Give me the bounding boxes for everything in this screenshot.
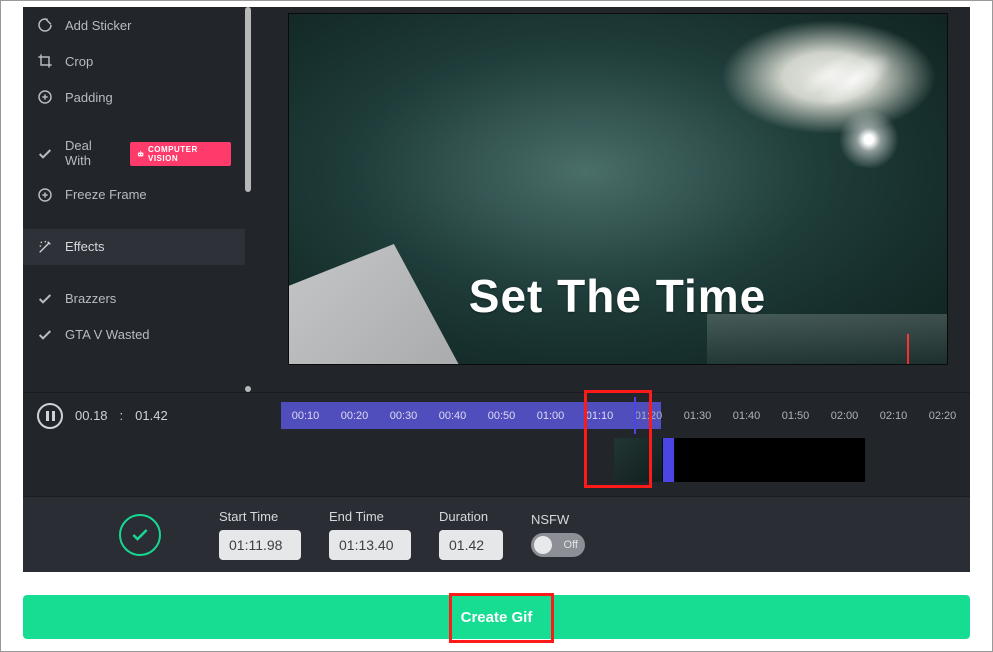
sidebar-label: GTA V Wasted	[65, 327, 231, 342]
nsfw-toggle[interactable]: Off	[531, 533, 585, 557]
ruler-tick: 00:20	[330, 410, 379, 422]
sidebar-scrollbar-end[interactable]	[245, 386, 251, 392]
sidebar-item-freeze-frame[interactable]: Freeze Frame	[23, 177, 245, 213]
sidebar-label: Freeze Frame	[65, 187, 231, 202]
sidebar-label: Crop	[65, 54, 231, 69]
sidebar-gap	[23, 265, 245, 281]
timeline-thumb[interactable]	[695, 438, 865, 482]
end-time-input[interactable]	[329, 530, 411, 560]
ruler-tick: 02:10	[869, 410, 918, 422]
timeline-thumb[interactable]	[675, 438, 695, 482]
sidebar-label: Brazzers	[65, 291, 231, 306]
sidebar-list: Add Sticker Crop Padding	[23, 7, 245, 353]
check-icon	[37, 146, 53, 162]
app-root: Add Sticker Crop Padding	[1, 1, 992, 651]
ruler-tick: 02:00	[820, 410, 869, 422]
ruler-tick: 00:40	[428, 410, 477, 422]
ruler-ticks: 00:10 00:20 00:30 00:40 00:50 01:00 01:1…	[281, 410, 970, 422]
sidebar-label: Add Sticker	[65, 18, 231, 33]
computer-vision-badge: COMPUTER VISION	[130, 142, 231, 166]
sidebar-item-add-sticker[interactable]: Add Sticker	[23, 7, 245, 43]
sidebar-item-deal-with[interactable]: Deal With COMPUTER VISION	[23, 131, 245, 177]
start-time-label: Start Time	[219, 509, 301, 524]
editor-panel: Add Sticker Crop Padding	[23, 7, 970, 572]
sidebar-gap	[23, 213, 245, 229]
controls-row: Start Time End Time Duration NSFW Off	[23, 496, 970, 572]
pause-icon	[46, 411, 55, 421]
ruler-tick: 01:20	[624, 410, 673, 422]
sidebar-label: Padding	[65, 90, 231, 105]
sidebar-item-crop[interactable]: Crop	[23, 43, 245, 79]
ruler-tick: 01:50	[771, 410, 820, 422]
duration-input[interactable]	[439, 530, 503, 560]
ruler-tick: 01:40	[722, 410, 771, 422]
duration-label: Duration	[439, 509, 503, 524]
plus-circle-icon	[37, 187, 53, 203]
deal-with-label-wrap: Deal With	[65, 139, 118, 169]
timeline-thumbnails[interactable]	[281, 438, 970, 496]
duration-field: Duration	[439, 509, 503, 560]
nsfw-label: NSFW	[531, 512, 585, 527]
sidebar-label: Effects	[65, 239, 231, 254]
preview-decoration	[767, 15, 925, 173]
check-icon	[37, 327, 53, 343]
ruler-tick: 00:50	[477, 410, 526, 422]
plus-circle-icon	[37, 89, 53, 105]
preview-area: Set The Time	[245, 7, 970, 392]
sidebar-item-padding[interactable]: Padding	[23, 79, 245, 115]
total-duration: 01.42	[135, 408, 168, 423]
robot-icon	[136, 149, 145, 159]
crop-icon	[37, 53, 53, 69]
ruler-tick: 01:10	[575, 410, 624, 422]
timeline-ruler-row: 00.18 : 01.42 00:10 00:20 00:30 00:40 00…	[23, 392, 970, 438]
create-gif-label: Create Gif	[461, 609, 533, 626]
timeline-ruler[interactable]: 00:10 00:20 00:30 00:40 00:50 01:00 01:1…	[281, 393, 970, 438]
editor-top: Add Sticker Crop Padding	[23, 7, 970, 392]
pause-button[interactable]	[37, 403, 63, 429]
sidebar: Add Sticker Crop Padding	[23, 7, 245, 392]
video-preview[interactable]: Set The Time	[288, 13, 948, 365]
ruler-tick: 01:00	[526, 410, 575, 422]
timeline-thumb[interactable]	[614, 438, 663, 482]
deal-with-label: Deal With	[65, 139, 118, 169]
nsfw-field: NSFW Off	[531, 512, 585, 557]
thumbs-spacer	[23, 438, 281, 496]
badge-text: COMPUTER VISION	[148, 145, 225, 163]
sidebar-gap	[23, 115, 245, 131]
nsfw-state: Off	[564, 539, 578, 551]
end-time-label: End Time	[329, 509, 411, 524]
end-time-field: End Time	[329, 509, 411, 560]
ruler-tick: 00:10	[281, 410, 330, 422]
overlay-arrow	[907, 334, 909, 365]
check-icon	[130, 525, 150, 545]
time-sep: :	[120, 408, 124, 423]
current-time: 00.18	[75, 408, 108, 423]
wand-icon	[37, 239, 53, 255]
check-icon	[37, 291, 53, 307]
start-time-field: Start Time	[219, 509, 301, 560]
status-ok-icon	[119, 514, 161, 556]
ruler-tick: 02:20	[918, 410, 967, 422]
create-gif-button[interactable]: Create Gif	[23, 595, 970, 639]
overlay-title: Set The Time	[289, 269, 947, 323]
sticker-icon	[37, 17, 53, 33]
sidebar-item-gta-wasted[interactable]: GTA V Wasted	[23, 317, 245, 353]
sidebar-item-brazzers[interactable]: Brazzers	[23, 281, 245, 317]
timeline-thumb-selected[interactable]	[663, 438, 675, 482]
playback-controls: 00.18 : 01.42	[23, 403, 281, 429]
sidebar-header-effects[interactable]: Effects	[23, 229, 245, 265]
start-time-input[interactable]	[219, 530, 301, 560]
ruler-tick: 00:30	[379, 410, 428, 422]
timeline-thumbs-row	[23, 438, 970, 496]
ruler-cursor[interactable]	[634, 397, 636, 434]
ruler-tick: 01:30	[673, 410, 722, 422]
sidebar-scrollbar[interactable]	[245, 7, 251, 192]
